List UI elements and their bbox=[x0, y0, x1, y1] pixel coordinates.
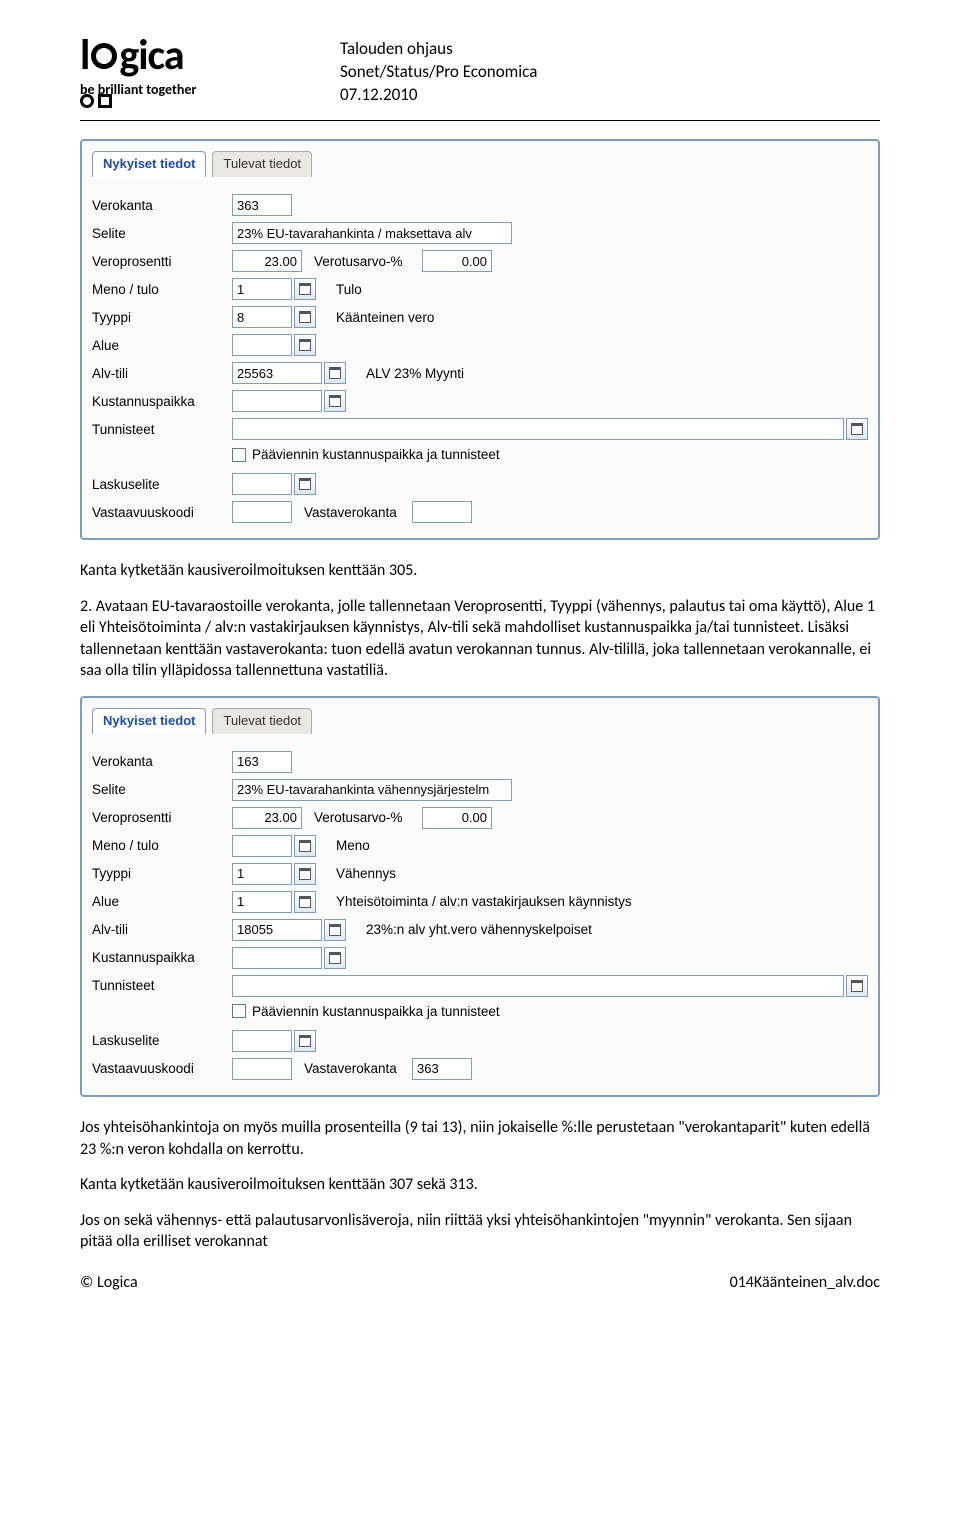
lbl-tunnisteet: Tunnisteet bbox=[92, 978, 232, 993]
lbl-alue: Alue bbox=[92, 894, 232, 909]
lbl-selite: Selite bbox=[92, 226, 232, 241]
alvtili-input[interactable] bbox=[232, 362, 322, 384]
picker-icon[interactable] bbox=[294, 473, 316, 495]
lbl-alue: Alue bbox=[92, 338, 232, 353]
alue-input[interactable] bbox=[232, 891, 292, 913]
lbl-vastaavuuskoodi: Vastaavuuskoodi bbox=[92, 505, 232, 520]
menotulo-input[interactable] bbox=[232, 278, 292, 300]
alue-input[interactable] bbox=[232, 334, 292, 356]
picker-icon[interactable] bbox=[294, 334, 316, 356]
picker-icon[interactable] bbox=[846, 418, 868, 440]
alvtili-input[interactable] bbox=[232, 919, 322, 941]
picker-icon[interactable] bbox=[324, 947, 346, 969]
kustannuspaikka-input[interactable] bbox=[232, 947, 322, 969]
vastaverokanta-input[interactable] bbox=[412, 1058, 472, 1080]
para-4: Kanta kytketään kausiveroilmoituksen ken… bbox=[80, 1174, 880, 1196]
laskuselite-input[interactable] bbox=[232, 473, 292, 495]
lbl-menotulo: Meno / tulo bbox=[92, 282, 232, 297]
lbl-menotulo: Meno / tulo bbox=[92, 838, 232, 853]
menotulo-input[interactable] bbox=[232, 835, 292, 857]
picker-icon[interactable] bbox=[846, 975, 868, 997]
para-1: Kanta kytketään kausiveroilmoituksen ken… bbox=[80, 560, 880, 582]
veroprosentti-input[interactable] bbox=[232, 807, 302, 829]
meta-line-3: 07.12.2010 bbox=[340, 84, 537, 107]
menotulo-text: Tulo bbox=[336, 282, 362, 297]
verokanta-input[interactable] bbox=[232, 751, 292, 773]
picker-icon[interactable] bbox=[294, 278, 316, 300]
lbl-verokanta: Verokanta bbox=[92, 754, 232, 769]
lbl-tyyppi: Tyyppi bbox=[92, 310, 232, 325]
lbl-kustannuspaikka: Kustannuspaikka bbox=[92, 950, 232, 965]
paaviennin-label: Pääviennin kustannuspaikka ja tunnisteet bbox=[252, 447, 500, 462]
tab-nykyiset[interactable]: Nykyiset tiedot bbox=[92, 708, 206, 734]
verokanta-input[interactable] bbox=[232, 194, 292, 216]
para-3: Jos yhteisöhankintoja on myös muilla pro… bbox=[80, 1117, 880, 1160]
vastaverokanta-input[interactable] bbox=[412, 501, 472, 523]
lbl-tyyppi: Tyyppi bbox=[92, 866, 232, 881]
tab-nykyiset[interactable]: Nykyiset tiedot bbox=[92, 151, 206, 177]
kustannuspaikka-input[interactable] bbox=[232, 390, 322, 412]
logo: lgica be brilliant together bbox=[80, 30, 300, 108]
para-5: Jos on sekä vähennys- että palautusarvon… bbox=[80, 1210, 880, 1253]
lbl-veroprosentti: Veroprosentti bbox=[92, 254, 232, 269]
picker-icon[interactable] bbox=[294, 1030, 316, 1052]
lbl-kustannuspaikka: Kustannuspaikka bbox=[92, 394, 232, 409]
form-panel-2: Nykyiset tiedot Tulevat tiedot Verokanta… bbox=[80, 696, 880, 1097]
picker-icon[interactable] bbox=[294, 863, 316, 885]
picker-icon[interactable] bbox=[294, 835, 316, 857]
vastaavuuskoodi-input[interactable] bbox=[232, 501, 292, 523]
tab-tulevat[interactable]: Tulevat tiedot bbox=[212, 151, 312, 177]
lbl-laskuselite: Laskuselite bbox=[92, 477, 232, 492]
picker-icon[interactable] bbox=[324, 390, 346, 412]
tab-tulevat[interactable]: Tulevat tiedot bbox=[212, 708, 312, 734]
alue-text: Yhteisötoiminta / alv:n vastakirjauksen … bbox=[336, 894, 632, 909]
lbl-alvtili: Alv-tili bbox=[92, 366, 232, 381]
lbl-laskuselite: Laskuselite bbox=[92, 1033, 232, 1048]
doc-meta: Talouden ohjaus Sonet/Status/Pro Economi… bbox=[340, 30, 537, 107]
selite-input[interactable] bbox=[232, 222, 512, 244]
tyyppi-input[interactable] bbox=[232, 863, 292, 885]
lbl-vastaavuuskoodi: Vastaavuuskoodi bbox=[92, 1061, 232, 1076]
menotulo-text: Meno bbox=[336, 838, 370, 853]
meta-line-2: Sonet/Status/Pro Economica bbox=[340, 61, 537, 84]
header-rule bbox=[80, 120, 880, 121]
tyyppi-input[interactable] bbox=[232, 306, 292, 328]
form-panel-1: Nykyiset tiedot Tulevat tiedot Verokanta… bbox=[80, 139, 880, 540]
picker-icon[interactable] bbox=[324, 362, 346, 384]
verotusarvo-input[interactable] bbox=[422, 807, 492, 829]
lbl-veroprosentti: Veroprosentti bbox=[92, 810, 232, 825]
vastaavuuskoodi-input[interactable] bbox=[232, 1058, 292, 1080]
paaviennin-label: Pääviennin kustannuspaikka ja tunnisteet bbox=[252, 1004, 500, 1019]
paaviennin-checkbox[interactable] bbox=[232, 448, 246, 462]
paaviennin-checkbox[interactable] bbox=[232, 1004, 246, 1018]
lbl-tunnisteet: Tunnisteet bbox=[92, 422, 232, 437]
lbl-verotusarvo: Verotusarvo-% bbox=[302, 810, 422, 825]
alvtili-text: ALV 23% Myynti bbox=[366, 366, 464, 381]
meta-line-1: Talouden ohjaus bbox=[340, 38, 537, 61]
picker-icon[interactable] bbox=[294, 891, 316, 913]
alvtili-text: 23%:n alv yht.vero vähennyskelpoiset bbox=[366, 922, 592, 937]
lbl-vastaverokanta: Vastaverokanta bbox=[292, 505, 412, 520]
footer-right: 014Käänteinen_alv.doc bbox=[730, 1273, 880, 1292]
lbl-selite: Selite bbox=[92, 782, 232, 797]
lbl-alvtili: Alv-tili bbox=[92, 922, 232, 937]
tunnisteet-input[interactable] bbox=[232, 418, 844, 440]
tyyppi-text: Käänteinen vero bbox=[336, 310, 434, 325]
para-2: 2. Avataan EU-tavaraostoille verokanta, … bbox=[80, 596, 880, 682]
footer-left: © Logica bbox=[80, 1273, 138, 1292]
laskuselite-input[interactable] bbox=[232, 1030, 292, 1052]
lbl-verotusarvo: Verotusarvo-% bbox=[302, 254, 422, 269]
verotusarvo-input[interactable] bbox=[422, 250, 492, 272]
veroprosentti-input[interactable] bbox=[232, 250, 302, 272]
lbl-verokanta: Verokanta bbox=[92, 198, 232, 213]
tyyppi-text: Vähennys bbox=[336, 866, 396, 881]
tunnisteet-input[interactable] bbox=[232, 975, 844, 997]
picker-icon[interactable] bbox=[324, 919, 346, 941]
picker-icon[interactable] bbox=[294, 306, 316, 328]
selite-input[interactable] bbox=[232, 779, 512, 801]
lbl-vastaverokanta: Vastaverokanta bbox=[292, 1061, 412, 1076]
